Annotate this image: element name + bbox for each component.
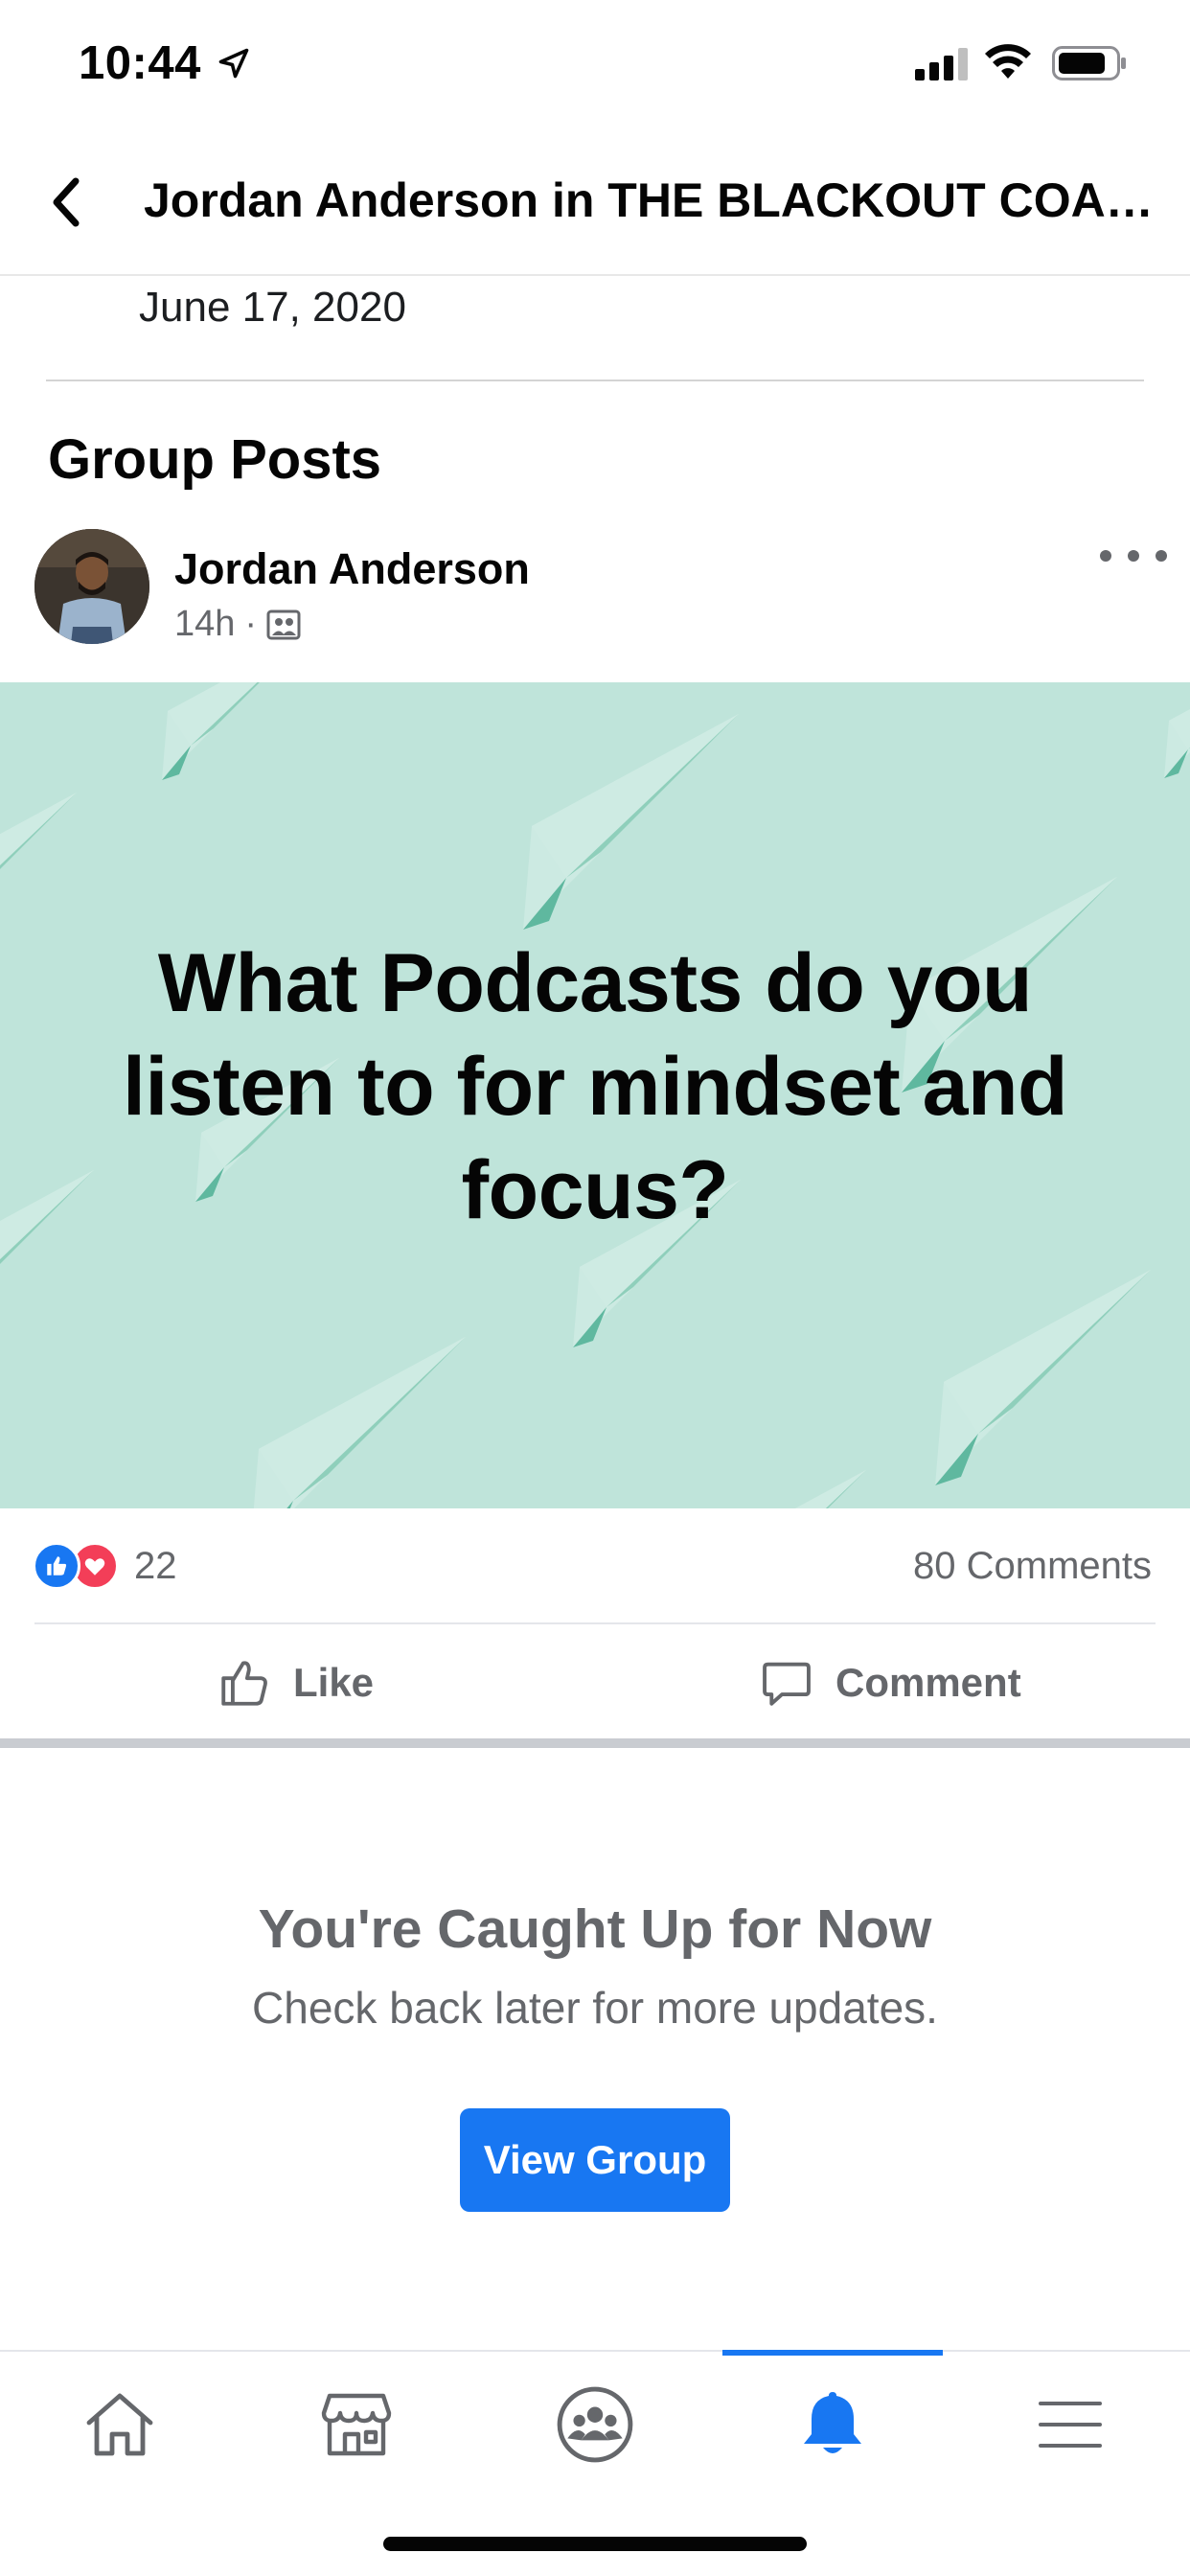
tab-home[interactable] xyxy=(53,2377,187,2472)
like-label: Like xyxy=(293,1660,375,1705)
status-bar: 10:44 xyxy=(0,0,1190,126)
comment-label: Comment xyxy=(835,1660,1021,1705)
chevron-left-icon xyxy=(53,177,80,227)
post-meta: 14h · xyxy=(174,604,301,645)
divider xyxy=(46,380,1144,381)
caught-up-subtitle: Check back later for more updates. xyxy=(252,1983,938,2033)
thumbs-up-icon xyxy=(221,1661,267,1706)
groups-icon xyxy=(557,2386,633,2463)
section-title: Group Posts xyxy=(48,428,382,491)
status-time: 10:44 xyxy=(79,37,201,89)
more-options-button[interactable] xyxy=(1100,537,1167,575)
post-image[interactable]: What Podcasts do you listen to for minds… xyxy=(0,682,1190,1508)
group-photo-icon xyxy=(266,610,301,639)
more-dot xyxy=(1128,550,1139,562)
post-author[interactable]: Jordan Anderson xyxy=(174,544,530,594)
marketplace-icon xyxy=(321,2393,392,2456)
screen: 10:44 Jordan Anderson in THE BLACKOUT CO… xyxy=(0,0,1190,2576)
reaction-count: 22 xyxy=(134,1544,177,1587)
tab-menu[interactable] xyxy=(1003,2377,1137,2472)
comments-count[interactable]: 80 Comments xyxy=(913,1545,1152,1588)
tab-notifications[interactable] xyxy=(766,2377,900,2472)
comment-icon xyxy=(763,1662,811,1706)
comment-button[interactable]: Comment xyxy=(759,1646,1021,1719)
like-button[interactable]: Like xyxy=(217,1646,374,1719)
cellular-signal-icon xyxy=(915,48,968,80)
section-divider xyxy=(0,1738,1190,1748)
back-button[interactable] xyxy=(42,169,90,236)
tab-marketplace[interactable] xyxy=(289,2377,423,2472)
tab-groups[interactable] xyxy=(528,2377,662,2472)
home-indicator[interactable] xyxy=(383,2537,807,2551)
post-time[interactable]: 14h xyxy=(174,604,235,645)
divider xyxy=(34,1622,1156,1624)
view-group-button[interactable]: View Group xyxy=(460,2108,730,2212)
caught-up-title: You're Caught Up for Now xyxy=(258,1898,932,1960)
more-dot xyxy=(1156,550,1167,562)
more-dot xyxy=(1100,550,1111,562)
reactions-summary[interactable]: 22 xyxy=(33,1541,177,1591)
post-image-text: What Podcasts do you listen to for minds… xyxy=(122,937,1068,1236)
header-title: Jordan Anderson in THE BLACKOUT COAL... xyxy=(144,173,1159,227)
home-icon xyxy=(86,2393,153,2456)
header: Jordan Anderson in THE BLACKOUT COAL... xyxy=(0,126,1190,276)
group-date: June 17, 2020 xyxy=(139,284,406,331)
like-reaction-icon xyxy=(33,1542,80,1590)
meta-separator: · xyxy=(244,604,258,644)
bell-icon xyxy=(804,2392,861,2453)
battery-icon xyxy=(1052,46,1126,80)
menu-icon xyxy=(1039,2402,1102,2448)
wifi-icon xyxy=(985,44,1031,79)
active-tab-indicator xyxy=(722,2350,943,2356)
location-arrow-icon xyxy=(218,48,249,79)
avatar[interactable] xyxy=(34,529,149,644)
